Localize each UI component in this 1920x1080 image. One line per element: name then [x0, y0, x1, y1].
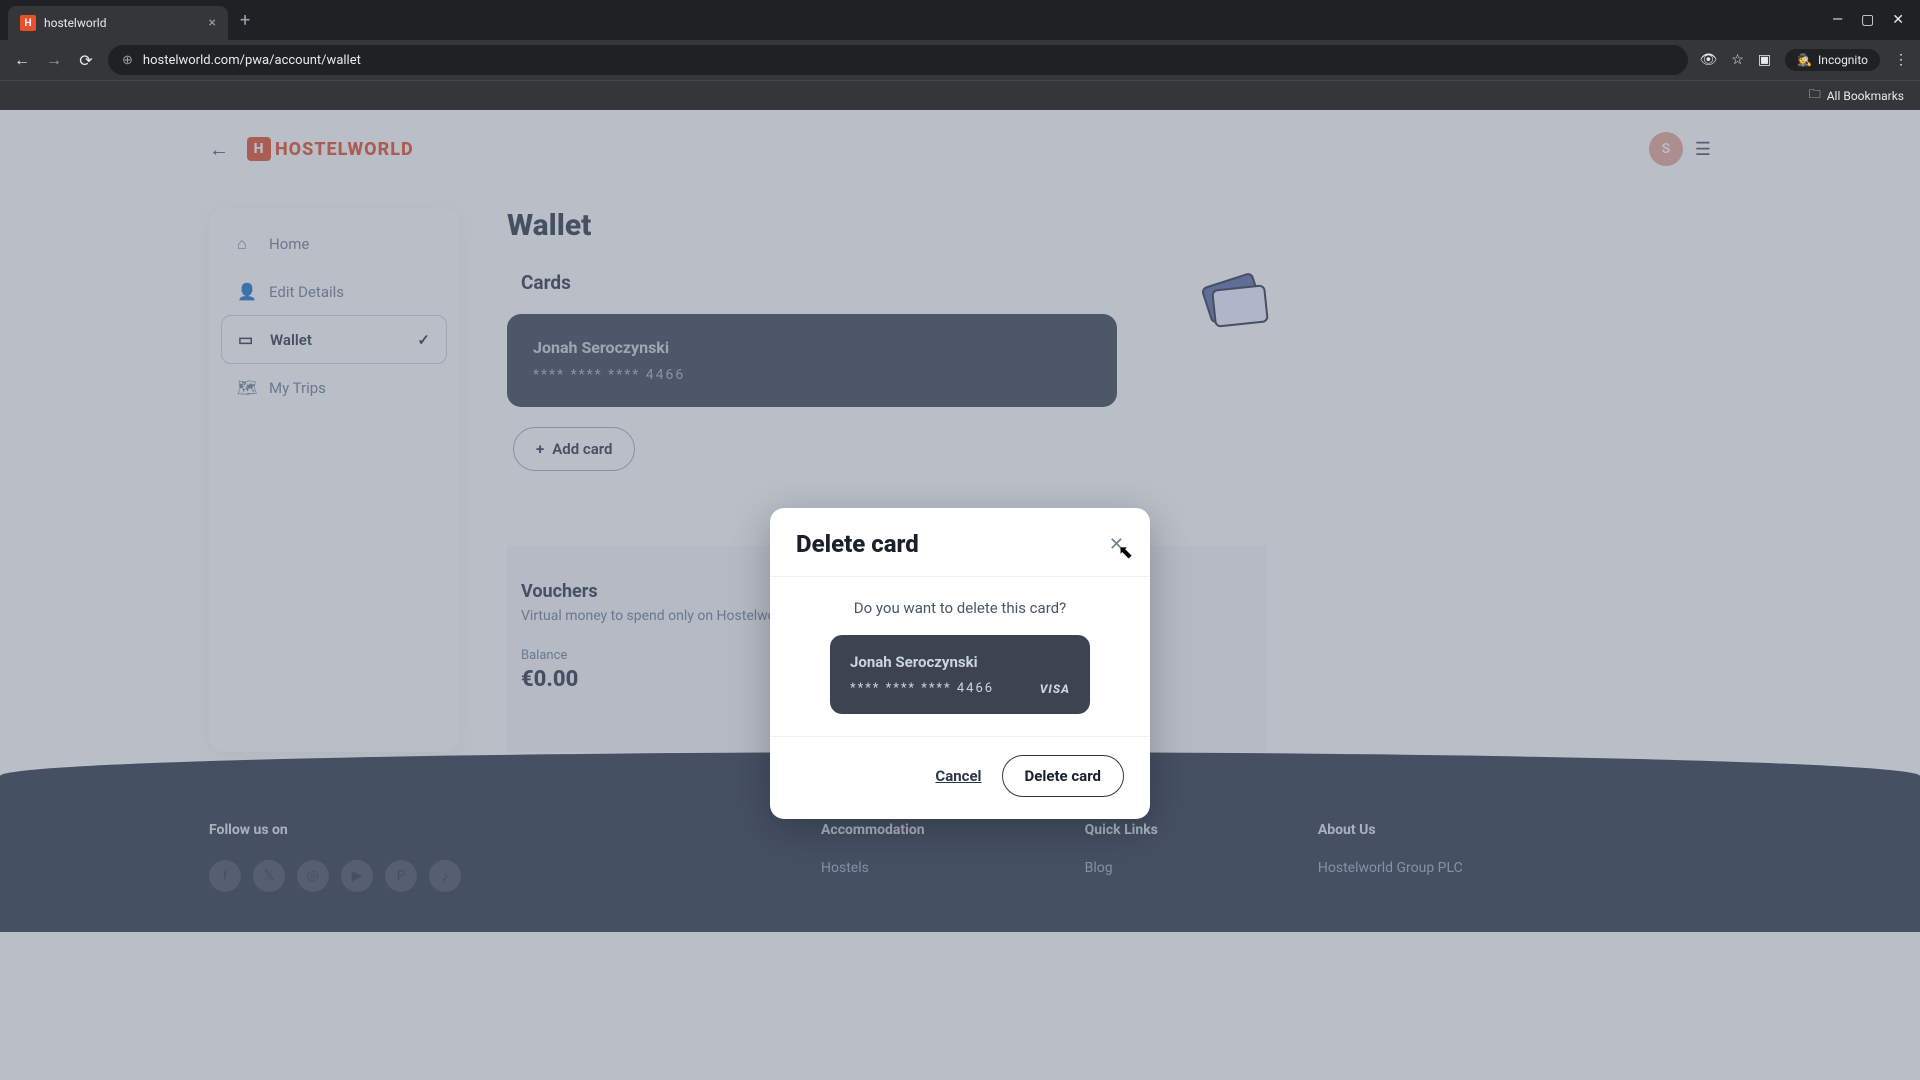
- bookmark-star-icon[interactable]: ☆: [1731, 52, 1744, 68]
- extensions-icon[interactable]: ▣: [1758, 52, 1771, 68]
- tab-favicon: H: [20, 15, 36, 31]
- modal-title: Delete card: [796, 530, 919, 558]
- modal-close-icon[interactable]: ✕: [1109, 534, 1124, 555]
- url-bar[interactable]: ⊕ hostelworld.com/pwa/account/wallet: [108, 45, 1688, 75]
- nav-back-icon[interactable]: ←: [12, 50, 32, 70]
- bookmarks-bar: 🗀 All Bookmarks: [0, 80, 1920, 110]
- all-bookmarks-button[interactable]: 🗀 All Bookmarks: [1809, 85, 1904, 106]
- folder-icon: 🗀: [1809, 85, 1821, 106]
- delete-card-button[interactable]: Delete card: [1002, 755, 1124, 797]
- new-tab-button[interactable]: +: [240, 10, 250, 31]
- modal-card-holder: Jonah Seroczynski: [850, 653, 1070, 671]
- nav-reload-icon[interactable]: ⟳: [76, 51, 96, 70]
- tab-close-icon[interactable]: ×: [209, 15, 216, 31]
- tab-title: hostelworld: [44, 16, 201, 30]
- incognito-badge: 🕵 Incognito: [1785, 49, 1880, 71]
- site-info-icon[interactable]: ⊕: [122, 53, 133, 68]
- url-text: hostelworld.com/pwa/account/wallet: [143, 53, 361, 68]
- nav-forward-icon[interactable]: →: [44, 50, 64, 70]
- page-viewport: ← H HOSTELWORLD S ☰ ⌂ Home 👤 Edit Detail…: [0, 110, 1920, 1080]
- modal-card-number: **** **** **** 4466: [850, 681, 994, 696]
- visa-brand-icon: VISA: [1040, 682, 1070, 696]
- browser-toolbar: ← → ⟳ ⊕ hostelworld.com/pwa/account/wall…: [0, 40, 1920, 80]
- maximize-icon[interactable]: ▢: [1861, 12, 1874, 28]
- modal-message: Do you want to delete this card?: [796, 599, 1124, 617]
- cancel-button[interactable]: Cancel: [935, 767, 981, 785]
- close-window-icon[interactable]: ✕: [1892, 12, 1904, 28]
- window-controls: — ▢ ✕: [1832, 12, 1912, 28]
- eye-off-icon[interactable]: 👁: [1700, 52, 1718, 68]
- delete-card-modal: Delete card ✕ Do you want to delete this…: [770, 508, 1150, 819]
- incognito-label: Incognito: [1818, 53, 1868, 67]
- modal-card-preview: Jonah Seroczynski **** **** **** 4466 VI…: [830, 635, 1090, 714]
- all-bookmarks-label: All Bookmarks: [1827, 89, 1904, 103]
- browser-tab-strip: H hostelworld × + — ▢ ✕: [0, 0, 1920, 40]
- minimize-icon[interactable]: —: [1832, 12, 1843, 28]
- browser-tab[interactable]: H hostelworld ×: [8, 6, 228, 40]
- incognito-icon: 🕵: [1797, 53, 1812, 67]
- browser-menu-icon[interactable]: ⋮: [1894, 52, 1908, 68]
